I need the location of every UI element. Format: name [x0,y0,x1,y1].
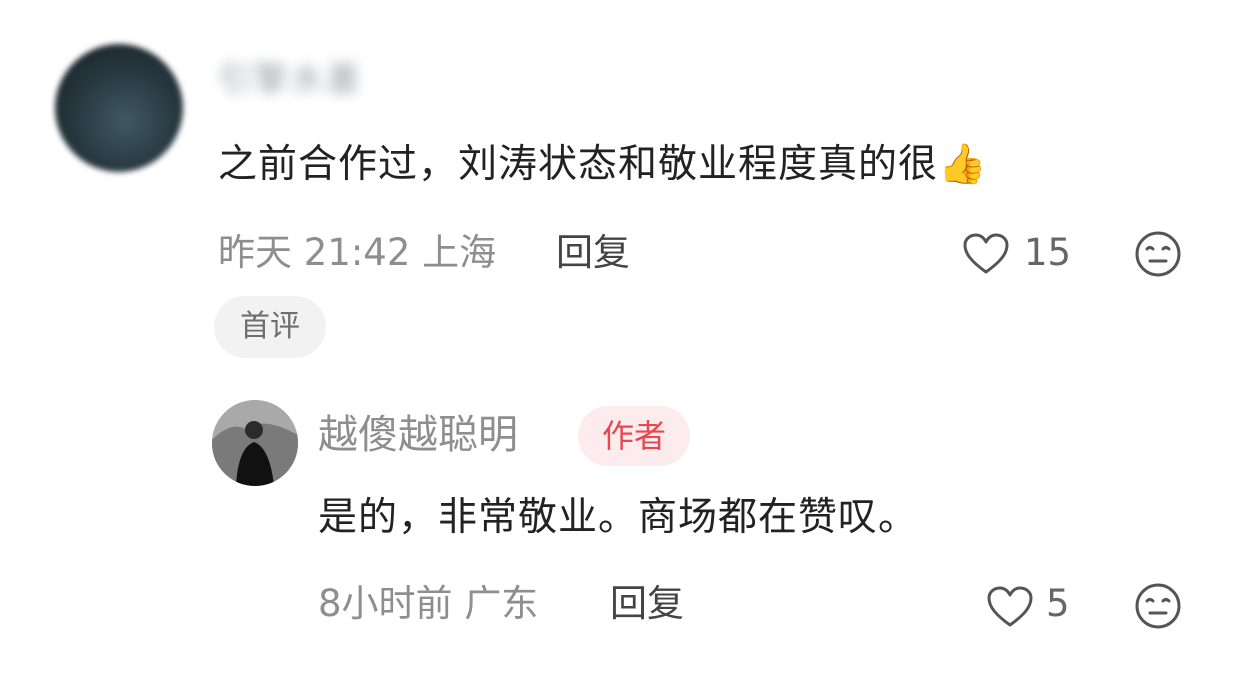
comment-meta: 昨天 21:42 上海 [218,229,496,277]
commenter-username[interactable]: 引擎水墨 [218,58,362,102]
commenter-avatar[interactable] [55,44,183,172]
meh-face-icon[interactable] [1134,230,1182,278]
reply-location: 广东 [464,582,539,625]
comment-time: 昨天 21:42 [218,231,411,274]
reply-text: 是的，非常敬业。商场都在赞叹。 [318,495,919,540]
comment-body: 之前合作过，刘涛状态和敬业程度真的很 [218,142,939,187]
comment-text: 之前合作过，刘涛状态和敬业程度真的很👍 [218,140,988,190]
first-comment-badge: 首评 [214,296,326,358]
meh-face-icon[interactable] [1134,582,1182,630]
reply-username[interactable]: 越傻越聪明 [318,408,518,462]
reply-time: 8小时前 [318,582,453,625]
heart-outline-icon[interactable] [986,585,1034,629]
reply-meta: 8小时前 广东 [318,580,538,628]
reply-like-count: 5 [1046,582,1070,625]
comment-reply-button[interactable]: 回复 [556,229,630,277]
like-count: 15 [1024,231,1072,274]
heart-outline-icon[interactable] [962,232,1010,276]
comment-location: 上海 [422,231,497,274]
thumbs-up-icon: 👍 [938,142,988,187]
reply-reply-button[interactable]: 回复 [610,580,684,628]
reply-avatar[interactable] [212,400,298,486]
author-badge: 作者 [578,406,690,466]
